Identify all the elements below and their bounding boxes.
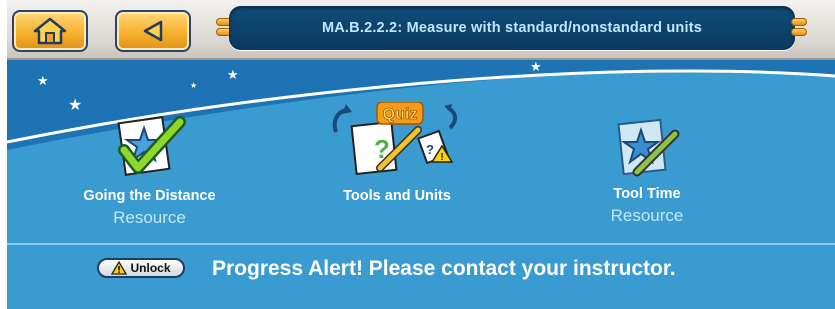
item-tool-time[interactable]: Tool Time Resource <box>567 116 727 226</box>
page-title: MA.B.2.2.2: Measure with standard/nonsta… <box>321 20 702 36</box>
item-title: Tool Time <box>613 186 681 202</box>
back-button[interactable] <box>115 10 191 52</box>
item-subtitle: Resource <box>113 208 186 227</box>
unlock-button[interactable]: Unlock <box>97 258 185 278</box>
progress-alert-text: Progress Alert! Please contact your inst… <box>212 257 676 280</box>
svg-text:Quiz: Quiz <box>383 106 418 123</box>
star-pencil-icon <box>617 118 680 177</box>
title-bar: MA.B.2.2.2: Measure with standard/nonsta… <box>229 6 795 50</box>
svg-text:!: ! <box>440 152 443 163</box>
app-frame: MA.B.2.2.2: Measure with standard/nonsta… <box>7 0 835 309</box>
warning-icon <box>111 261 128 275</box>
star-decoration: ★ <box>227 67 239 82</box>
item-tools-and-units[interactable]: ? Quiz ? ! Tools and Units <box>317 102 477 208</box>
star-checkmark-icon <box>116 116 186 176</box>
back-triangle-icon <box>143 20 163 42</box>
svg-text:?: ? <box>426 142 434 157</box>
star-decoration: ★ <box>190 81 198 90</box>
star-decoration: ★ <box>37 73 49 88</box>
home-icon <box>33 17 67 45</box>
star-decoration: ★ <box>530 60 542 74</box>
quiz-icon: ? Quiz ? ! <box>332 102 457 176</box>
home-button[interactable] <box>12 10 88 52</box>
divider <box>7 243 835 245</box>
item-going-the-distance[interactable]: Going the Distance Resource <box>62 112 237 228</box>
item-subtitle: Resource <box>610 206 684 225</box>
item-title: Tools and Units <box>343 188 451 204</box>
unlock-label: Unlock <box>130 261 171 275</box>
content-panel: ★ ★ ★ ★ ★ Going the Distance Resource ? … <box>7 60 835 309</box>
item-title: Going the Distance <box>83 188 216 204</box>
top-toolbar: MA.B.2.2.2: Measure with standard/nonsta… <box>7 0 835 60</box>
binder-coil-right <box>791 18 807 40</box>
